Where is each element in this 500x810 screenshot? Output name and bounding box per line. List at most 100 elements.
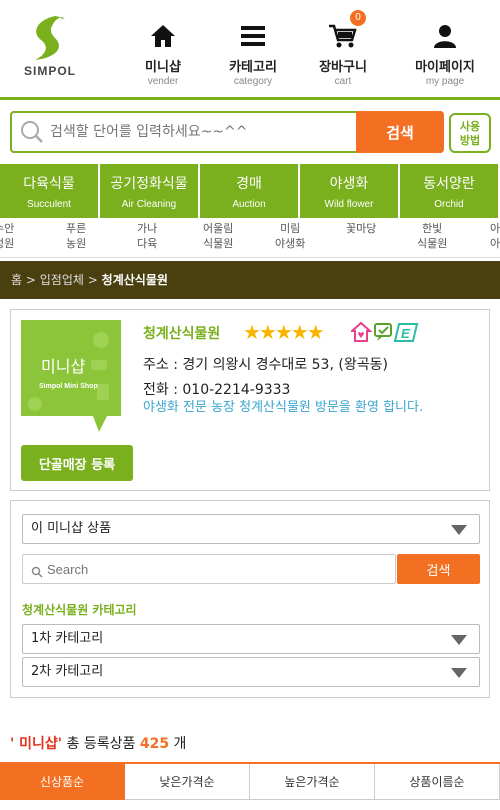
shop-link-line1: 수안 (0, 222, 15, 235)
category1-select[interactable]: 1차 카테고리 (22, 624, 480, 654)
minishop-logo-image: 미니샵 Simpol Mini Shop (21, 320, 121, 432)
search-icon (20, 120, 44, 148)
shop-link-line1: 어울림 (203, 222, 234, 235)
minishop-filter-box: 이 미니샵 상품 검색 청계산식물원 카테고리 1차 카테고리 2차 카테고리 (10, 500, 490, 698)
category-bar: 다육식물 Succulent 공기정화식물 Air Cleaning 경매 Au… (0, 164, 500, 218)
global-search-input[interactable] (50, 119, 350, 145)
category-sublabel: Succulent (27, 199, 71, 210)
shop-link-line2: 야생화 (275, 237, 306, 250)
product-count-text: 총 등록상품 (66, 736, 140, 752)
breadcrumb-home[interactable]: 홈 (11, 273, 22, 287)
category1-value: 1차 카테고리 (31, 631, 104, 646)
breadcrumb-vendors[interactable]: 입점업체 (40, 273, 84, 287)
menu-icon (208, 18, 298, 54)
cart-count-badge: 0 (350, 10, 366, 26)
shop-category-heading: 청계산식물원 카테고리 (22, 603, 137, 617)
shop-link[interactable]: 한빛 식물원 (417, 221, 447, 251)
category-orchid[interactable]: 동서양란 Orchid (400, 164, 500, 218)
category-label: 야생화 (329, 176, 369, 192)
shop-link-line1: 푸른 (66, 222, 87, 235)
simpol-logo[interactable]: SIMPOL (20, 14, 80, 86)
shop-link[interactable]: 수안정원 (0, 221, 14, 251)
category-succulent[interactable]: 다육식물 Succulent (0, 164, 100, 218)
shop-link[interactable]: 어울림식물원 (203, 221, 233, 251)
sort-tab-low-price[interactable]: 낮은가격순 (125, 764, 250, 800)
shop-link[interactable]: 아아 (490, 221, 500, 251)
search-icon (31, 563, 43, 582)
shop-link-line1: 아 (490, 222, 500, 235)
category-label: 동서양란 (423, 176, 475, 192)
e-badge-icon: E (393, 323, 419, 342)
shop-phone[interactable]: 전화 : 010-2214-9333 (143, 379, 290, 399)
home-badge-icon (349, 321, 373, 342)
shop-link-line1: 꽃마당 (346, 222, 377, 235)
nav-category-label: 카테고리 (229, 60, 277, 75)
sort-tab-name[interactable]: 상품이름순 (375, 764, 500, 800)
logo-text: SIMPOL (23, 64, 76, 78)
category-sublabel: Auction (232, 199, 266, 210)
minishop-search-field (22, 554, 396, 584)
category-air-cleaning[interactable]: 공기정화식물 Air Cleaning (100, 164, 200, 218)
nav-mypage[interactable]: 마이페이지 my page (400, 18, 490, 87)
global-search-bar: 검색 (10, 111, 444, 153)
shop-link-line2: 농원 (66, 237, 87, 250)
shop-link-line2: 식물원 (203, 237, 234, 250)
sort-tab-high-price[interactable]: 높은가격순 (250, 764, 375, 800)
minishop-search-button[interactable]: 검색 (397, 554, 480, 584)
product-count-line: ' 미니샵' 총 등록상품 425 개 (10, 733, 186, 753)
usage-guide-button[interactable]: 사용 방법 (449, 113, 491, 153)
nav-category[interactable]: 카테고리 category (208, 18, 298, 87)
shop-strip: 수안정원 푸른농원 가나다육 어울림식물원 미림야생화 꽃마당 한빛식물원 아아 (0, 218, 500, 258)
review-badge-icon (374, 323, 392, 341)
breadcrumb-separator: > (87, 273, 98, 287)
category2-select[interactable]: 2차 카테고리 (22, 657, 480, 687)
category-label: 경매 (236, 176, 262, 192)
shop-link-line2: 식물원 (417, 237, 448, 250)
shop-info-box: 미니샵 Simpol Mini Shop 청계산식물원 ★★★★★ E 주소 :… (10, 309, 490, 491)
minishop-search-input[interactable] (47, 559, 347, 579)
category-wild-flower[interactable]: 야생화 Wild flower (300, 164, 400, 218)
rating-stars: ★★★★★ (243, 320, 325, 344)
shop-link-line1: 미림 (280, 222, 301, 235)
category-auction[interactable]: 경매 Auction (200, 164, 300, 218)
product-count-number: 425 (139, 736, 170, 752)
category2-value: 2차 카테고리 (31, 664, 104, 679)
chevron-down-icon (451, 668, 467, 678)
global-search-button[interactable]: 검색 (356, 111, 444, 153)
shop-address: 주소 : 경기 의왕시 경수대로 53, (왕곡동) (143, 357, 388, 373)
nav-category-sublabel: category (233, 76, 273, 87)
chevron-down-icon (451, 525, 467, 535)
shop-link-line2: 아 (490, 237, 500, 250)
product-scope-select[interactable]: 이 미니샵 상품 (22, 514, 480, 544)
usage-guide-label-1: 사용 (459, 120, 481, 133)
sort-tab-newest[interactable]: 신상품순 (0, 764, 125, 800)
category-sublabel: Wild flower (324, 199, 374, 210)
top-navigation: 미니샵 vender 카테고리 category 0 장바구니 cart 마이페… (118, 10, 500, 94)
category-sublabel: Orchid (434, 199, 464, 210)
cart-icon: 0 (298, 10, 388, 54)
user-icon (400, 18, 490, 54)
shop-link[interactable]: 가나 다육 (137, 221, 157, 251)
breadcrumb: 홈 > 입점업체 > 청계산식물원 (0, 261, 500, 299)
shop-link[interactable]: 꽃마당 (346, 221, 376, 236)
nav-minishop-label: 미니샵 (145, 60, 181, 75)
nav-mypage-sublabel: my page (425, 76, 465, 87)
leaf-logo-icon (35, 16, 65, 60)
nav-minishop[interactable]: 미니샵 vender (118, 18, 208, 87)
shop-link-line2: 다육 (137, 237, 158, 250)
shop-link[interactable]: 미림야생화 (275, 221, 305, 251)
shop-link-line2: 정원 (0, 237, 15, 250)
shop-description: 야생화 전문 농장 청계산식물원 방문을 환영 합니다. (143, 400, 424, 415)
breadcrumb-separator: > (25, 273, 36, 287)
header: SIMPOL 미니샵 vender 카테고리 category 0 장바구니 c… (0, 0, 500, 100)
register-favorite-shop-button[interactable]: 단골매장 등록 (21, 445, 133, 481)
usage-guide-label-2: 방법 (459, 134, 481, 147)
minishop-logo-subtitle: Simpol Mini Shop (39, 383, 98, 390)
minishop-logo-title: 미니샵 (41, 357, 85, 376)
nav-cart[interactable]: 0 장바구니 cart (298, 10, 388, 87)
nav-cart-sublabel: cart (334, 76, 352, 87)
category-label: 다육식물 (23, 176, 75, 192)
minishop-label: ' 미니샵' (10, 736, 63, 752)
home-icon (118, 18, 208, 54)
shop-link[interactable]: 푸른농원 (66, 221, 86, 251)
